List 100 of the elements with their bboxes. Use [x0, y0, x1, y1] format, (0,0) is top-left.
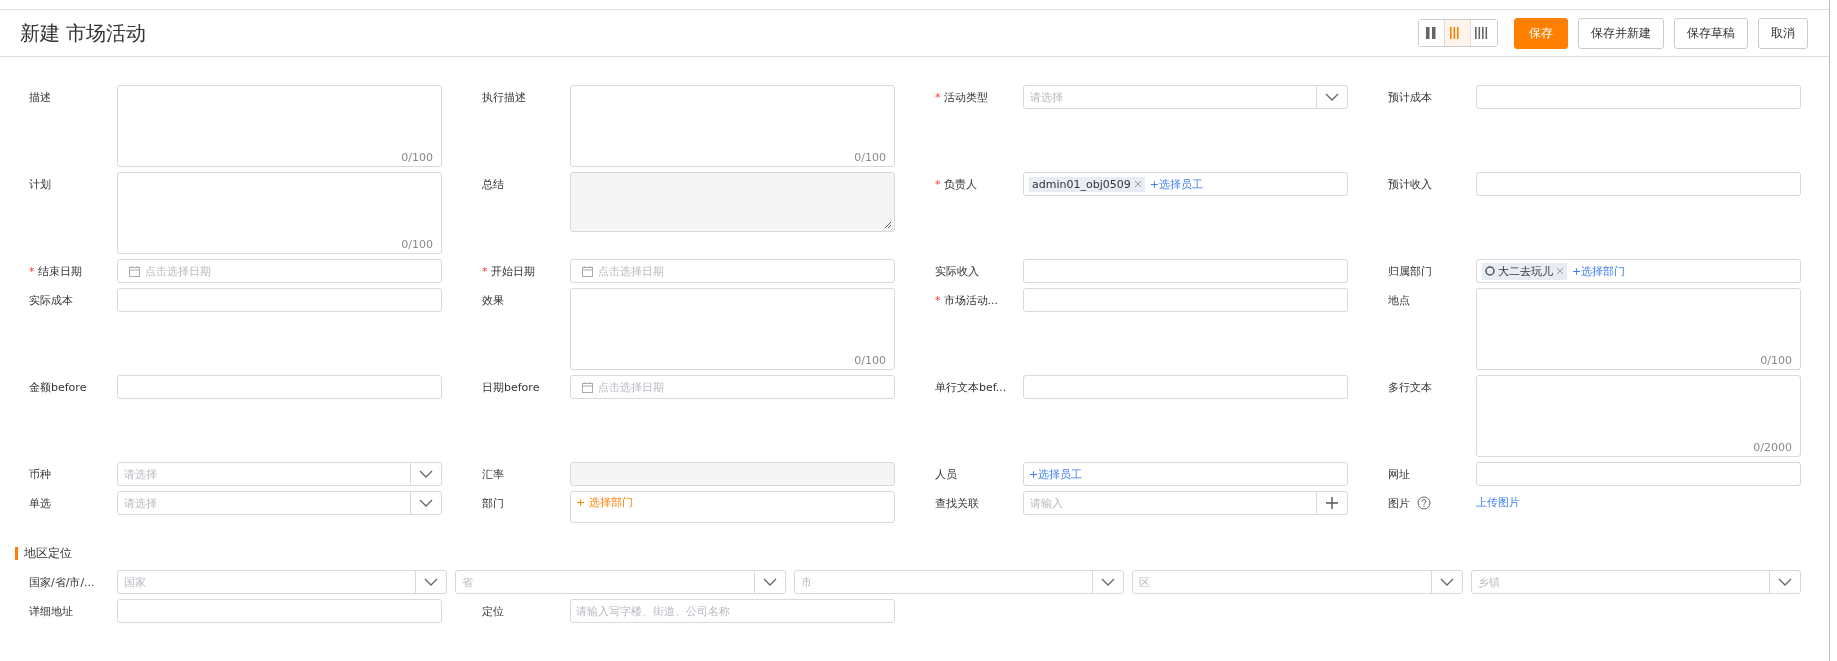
- field-label: 定位: [482, 603, 504, 619]
- select-field[interactable]: 市: [793, 570, 1125, 594]
- member-field[interactable]: admin01_obj0509 +选择员工: [1023, 172, 1348, 196]
- field-label: 实际收入: [935, 263, 979, 279]
- column-layout-button[interactable]: [1445, 20, 1471, 46]
- required-asterisk: *: [29, 264, 35, 278]
- input-field[interactable]: [117, 599, 442, 623]
- column-layout-button[interactable]: [1419, 20, 1445, 46]
- field-label: 单行文本bef...: [935, 379, 1007, 395]
- text-area[interactable]: 0/100: [570, 85, 895, 167]
- field-label: 归属部门: [1388, 263, 1432, 279]
- character-counter: 0/100: [854, 354, 886, 367]
- chevron-down-icon: [1325, 93, 1339, 101]
- character-counter: 0/100: [854, 151, 886, 164]
- field-label: 实际成本: [29, 292, 73, 308]
- chevron-down-icon: [1778, 578, 1793, 586]
- character-counter: 0/100: [401, 151, 433, 164]
- text-area[interactable]: 0/100: [117, 85, 442, 167]
- field-label: 地点: [1388, 292, 1410, 308]
- field-label: 查找关联: [935, 495, 979, 511]
- select-field[interactable]: 请选择: [1023, 85, 1348, 109]
- select-field[interactable]: 省: [455, 570, 786, 594]
- field-label: 开始日期: [490, 263, 535, 279]
- column-bars-icon: [1425, 26, 1438, 40]
- field-label: 市场活动...: [943, 292, 998, 308]
- add-link[interactable]: +选择员工: [1029, 466, 1083, 482]
- field-label: 总结: [482, 176, 504, 192]
- field-label: 描述: [29, 89, 51, 105]
- field-label: 币种: [29, 466, 51, 482]
- select-field[interactable]: 区: [1132, 570, 1463, 594]
- required-asterisk: *: [482, 264, 488, 278]
- field-label: 单选: [29, 495, 51, 511]
- action-button[interactable]: 保存草稿: [1674, 17, 1748, 49]
- input-field[interactable]: [1023, 375, 1348, 399]
- close-icon[interactable]: [1556, 267, 1564, 275]
- input-field[interactable]: [117, 288, 442, 312]
- add-link[interactable]: +选择部门: [1572, 263, 1626, 279]
- calendar-icon: [582, 265, 593, 277]
- chevron-down-icon: [1101, 578, 1116, 586]
- required-asterisk: *: [935, 293, 941, 307]
- chevron-down-icon: [419, 499, 433, 507]
- member-field[interactable]: +选择员工: [1023, 462, 1348, 486]
- input-field[interactable]: [117, 375, 442, 399]
- action-button[interactable]: 保存并新建: [1578, 17, 1664, 49]
- input-field[interactable]: [1476, 85, 1801, 109]
- date-field[interactable]: 点击选择日期: [570, 259, 895, 283]
- department-picker[interactable]: + 选择部门: [570, 491, 895, 523]
- field-label: 汇率: [482, 466, 504, 482]
- field-label: 人员: [935, 466, 957, 482]
- field-label: 国家/省/市/...: [29, 574, 95, 590]
- character-counter: 0/100: [401, 238, 433, 251]
- chevron-down-icon: [1439, 578, 1454, 586]
- input-field[interactable]: [1476, 462, 1801, 486]
- select-field[interactable]: 请选择: [117, 462, 442, 486]
- member-field[interactable]: 大二去玩儿 +选择部门: [1476, 259, 1801, 283]
- field-label: 金额before: [29, 379, 87, 395]
- section-title: 地区定位: [24, 545, 72, 562]
- calendar-icon: [129, 265, 140, 277]
- input-field[interactable]: [570, 462, 895, 486]
- date-field[interactable]: 点击选择日期: [570, 375, 895, 399]
- calendar-icon: [582, 381, 593, 393]
- field-label: 计划: [29, 176, 51, 192]
- help-icon[interactable]: [1417, 496, 1431, 510]
- field-label: 结束日期: [37, 263, 82, 279]
- upload-link[interactable]: 上传图片: [1476, 491, 1520, 515]
- field-label: 部门: [482, 495, 504, 511]
- field-label: 网址: [1388, 466, 1410, 482]
- chevron-down-icon: [762, 578, 777, 586]
- input-field[interactable]: [1023, 259, 1348, 283]
- select-field[interactable]: 乡镇: [1470, 570, 1802, 594]
- date-field[interactable]: 点击选择日期: [117, 259, 442, 283]
- save-button[interactable]: 保存: [1514, 17, 1568, 49]
- field-label: 图片: [1388, 495, 1410, 511]
- page-title: 新建 市场活动: [20, 19, 147, 47]
- character-counter: 0/2000: [1753, 441, 1792, 454]
- resize-handle-icon[interactable]: [884, 221, 892, 229]
- text-area[interactable]: 0/100: [1476, 288, 1801, 370]
- chevron-down-icon: [419, 470, 433, 478]
- close-icon[interactable]: [1133, 180, 1142, 188]
- lookup-field[interactable]: 请输入: [1023, 491, 1348, 515]
- action-button[interactable]: 取消: [1758, 17, 1808, 49]
- text-area[interactable]: 0/100: [570, 288, 895, 370]
- field-label: 预计成本: [1388, 89, 1432, 105]
- required-asterisk: *: [935, 177, 941, 191]
- input-field[interactable]: [1023, 288, 1348, 312]
- tag-text: 大二去玩儿: [1498, 263, 1553, 279]
- field-label: 日期before: [482, 379, 540, 395]
- field-label: 负责人: [943, 176, 977, 192]
- field-label: 详细地址: [29, 603, 73, 619]
- field-label: 活动类型: [943, 89, 988, 105]
- chevron-down-icon: [424, 578, 439, 586]
- plus-icon[interactable]: [1326, 497, 1338, 509]
- text-area[interactable]: 0/100: [117, 172, 442, 254]
- circle-icon: [1485, 266, 1495, 276]
- input-field[interactable]: [1476, 172, 1801, 196]
- add-link[interactable]: +选择员工: [1149, 176, 1203, 192]
- select-field[interactable]: 请选择: [117, 491, 442, 515]
- text-area[interactable]: 0/2000: [1476, 375, 1801, 457]
- select-field[interactable]: 国家: [117, 570, 448, 594]
- input-field[interactable]: 请输入写字楼、街道、公司名称: [570, 599, 895, 623]
